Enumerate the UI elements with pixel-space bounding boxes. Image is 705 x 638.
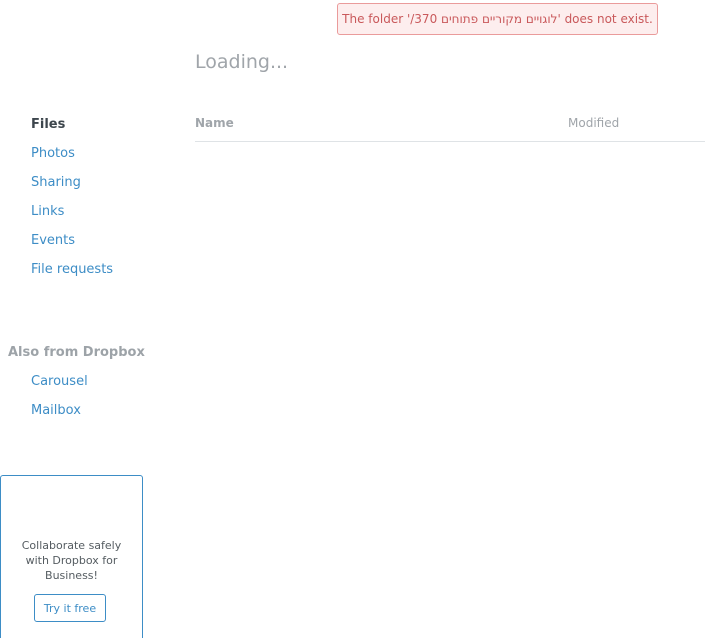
- sidebar-item-file-requests[interactable]: File requests: [31, 262, 113, 277]
- loading-indicator: Loading...: [195, 51, 289, 73]
- sidebar-item-photos[interactable]: Photos: [31, 146, 75, 161]
- sidebar-item-events[interactable]: Events: [31, 233, 75, 248]
- sidebar-item-sharing[interactable]: Sharing: [31, 175, 81, 190]
- also-from-dropbox-heading: Also from Dropbox: [8, 345, 145, 360]
- try-it-free-button[interactable]: Try it free: [34, 594, 106, 622]
- sidebar-item-mailbox[interactable]: Mailbox: [31, 403, 81, 418]
- business-promo-box: Collaborate safely with Dropbox for Busi…: [0, 475, 143, 638]
- promo-text: Collaborate safely with Dropbox for Busi…: [21, 539, 122, 582]
- error-message: The folder '/370 לוגויים מקוריים פתוחים'…: [342, 12, 653, 26]
- dropbox-page: The folder '/370 לוגויים מקוריים פתוחים'…: [0, 0, 705, 638]
- column-header-modified[interactable]: Modified: [568, 116, 619, 130]
- sidebar-item-carousel[interactable]: Carousel: [31, 374, 88, 389]
- column-header-name[interactable]: Name: [195, 116, 234, 130]
- sidebar-item-links[interactable]: Links: [31, 204, 64, 219]
- sidebar-item-files[interactable]: Files: [31, 117, 65, 132]
- file-list-header: Name Modified: [195, 108, 705, 142]
- error-banner: The folder '/370 לוגויים מקוריים פתוחים'…: [337, 3, 658, 35]
